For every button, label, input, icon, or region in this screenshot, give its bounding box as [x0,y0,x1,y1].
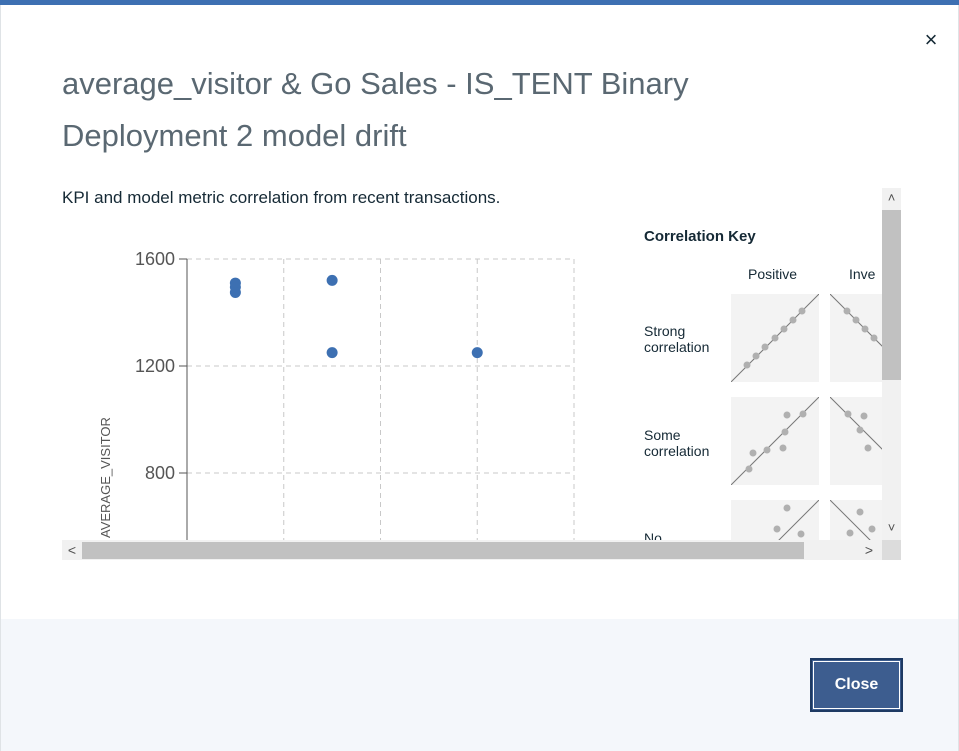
scroll-right-icon[interactable]: > [859,540,879,560]
no-correlation-inverse-sample [830,500,882,540]
correlation-key-row-some: Some correlation [644,427,709,459]
chart-content: KPI and model metric correlation from re… [62,188,882,546]
no-correlation-positive-sample [731,500,819,540]
correlation-key-row-strong: Strong correlation [644,323,709,355]
y-tick-label: 1600 [135,249,175,269]
data-point [326,347,338,359]
row-label-line1: Some [644,427,681,443]
some-positive-sample [731,397,819,485]
correlation-key-column-inverse: Inve [849,266,876,282]
dialog-title: average_visitor & Go Sales - IS_TENT Bin… [62,66,689,153]
some-inverse-sample [830,397,882,485]
scroll-up-icon[interactable]: ˄ [882,188,901,208]
row-label-line2: correlation [644,443,710,459]
scroll-left-icon[interactable]: < [62,540,82,560]
row-label-line2: correlation [644,339,710,355]
y-tick-label: 800 [145,463,175,483]
data-point [229,286,241,298]
correlation-key-column-positive: Positive [748,266,798,282]
horizontal-scroll-thumb[interactable] [82,542,804,559]
y-tick-label: 1200 [135,356,175,376]
strong-positive-sample [731,294,819,382]
close-icon[interactable]: × [920,28,942,52]
scatter-chart: 800 1200 1600 AVERAGE_VISITOR [98,249,575,540]
data-point [471,347,483,359]
scroll-down-icon[interactable]: ˅ [882,518,901,538]
data-point [326,274,338,286]
vertical-scroll-thumb[interactable] [882,210,901,380]
chart-scroll-area[interactable]: KPI and model metric correlation from re… [62,188,901,560]
close-button[interactable]: Close [810,658,903,712]
strong-inverse-sample [830,294,882,382]
y-axis-label: AVERAGE_VISITOR [98,417,113,538]
correlation-key-title: Correlation Key [644,228,756,245]
scrollbar-corner [882,540,901,560]
row-label-line1: Strong [644,323,686,339]
